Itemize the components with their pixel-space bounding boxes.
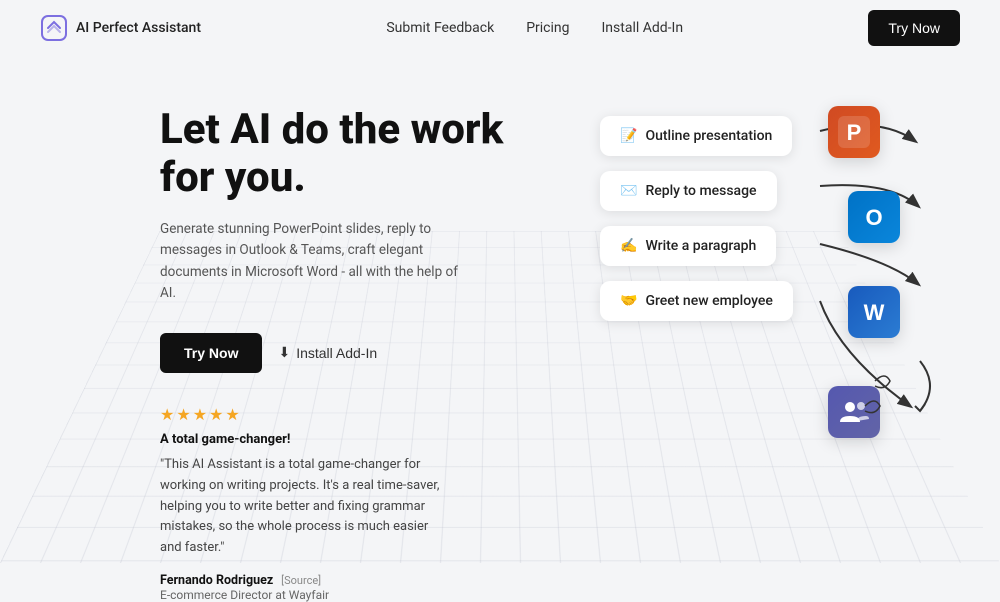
star-2: ★ bbox=[176, 405, 190, 424]
reply-emoji: ✉️ bbox=[620, 183, 637, 199]
reviewer-info: Fernando Rodriguez [Source] bbox=[160, 569, 580, 588]
nav-links: Submit Feedback Pricing Install Add-In bbox=[386, 20, 683, 36]
nav-install-addon[interactable]: Install Add-In bbox=[602, 20, 684, 36]
reviewer-name: Fernando Rodriguez bbox=[160, 573, 273, 588]
star-5: ★ bbox=[225, 405, 239, 424]
navbar: AI Perfect Assistant Submit Feedback Pri… bbox=[0, 0, 1000, 56]
app-icon-outlook: O bbox=[848, 191, 900, 243]
download-icon: ⬇ bbox=[278, 344, 290, 361]
star-1: ★ bbox=[160, 405, 174, 424]
logo-text: AI Perfect Assistant bbox=[76, 20, 201, 36]
write-emoji: ✍️ bbox=[620, 238, 637, 254]
nav-try-now-button[interactable]: Try Now bbox=[868, 10, 960, 46]
outline-emoji: 📝 bbox=[620, 128, 637, 144]
app-icon-word: W bbox=[848, 286, 900, 338]
teams-arrow-decoration bbox=[860, 356, 940, 426]
reviewer-source: [Source] bbox=[281, 574, 321, 587]
reviewer-title: E-commerce Director at Wayfair bbox=[160, 588, 580, 602]
hero-title: Let AI do the work for you. bbox=[160, 106, 580, 203]
svg-text:W: W bbox=[864, 300, 885, 325]
hero-left: Let AI do the work for you. Generate stu… bbox=[160, 96, 580, 602]
svg-text:P: P bbox=[847, 120, 862, 145]
review-title: A total game-changer! bbox=[160, 432, 580, 447]
logo: AI Perfect Assistant bbox=[40, 14, 201, 42]
star-rating: ★ ★ ★ ★ ★ bbox=[160, 405, 580, 424]
nav-pricing[interactable]: Pricing bbox=[526, 20, 569, 36]
star-4: ★ bbox=[209, 405, 223, 424]
app-icon-powerpoint: P bbox=[828, 106, 880, 158]
hero-description: Generate stunning PowerPoint slides, rep… bbox=[160, 219, 460, 305]
main-content: Let AI do the work for you. Generate stu… bbox=[0, 56, 1000, 602]
hero-install-button[interactable]: ⬇ Install Add-In bbox=[278, 344, 377, 361]
star-3: ★ bbox=[193, 405, 207, 424]
hero-try-now-button[interactable]: Try Now bbox=[160, 333, 262, 373]
greet-emoji: 🤝 bbox=[620, 293, 637, 309]
svg-text:O: O bbox=[865, 205, 882, 230]
hero-buttons: Try Now ⬇ Install Add-In bbox=[160, 333, 580, 373]
logo-icon bbox=[40, 14, 68, 42]
review-text: "This AI Assistant is a total game-chang… bbox=[160, 455, 450, 559]
hero-right: 📝 Outline presentation ✉️ Reply to messa… bbox=[580, 96, 960, 516]
nav-submit-feedback[interactable]: Submit Feedback bbox=[386, 20, 494, 36]
